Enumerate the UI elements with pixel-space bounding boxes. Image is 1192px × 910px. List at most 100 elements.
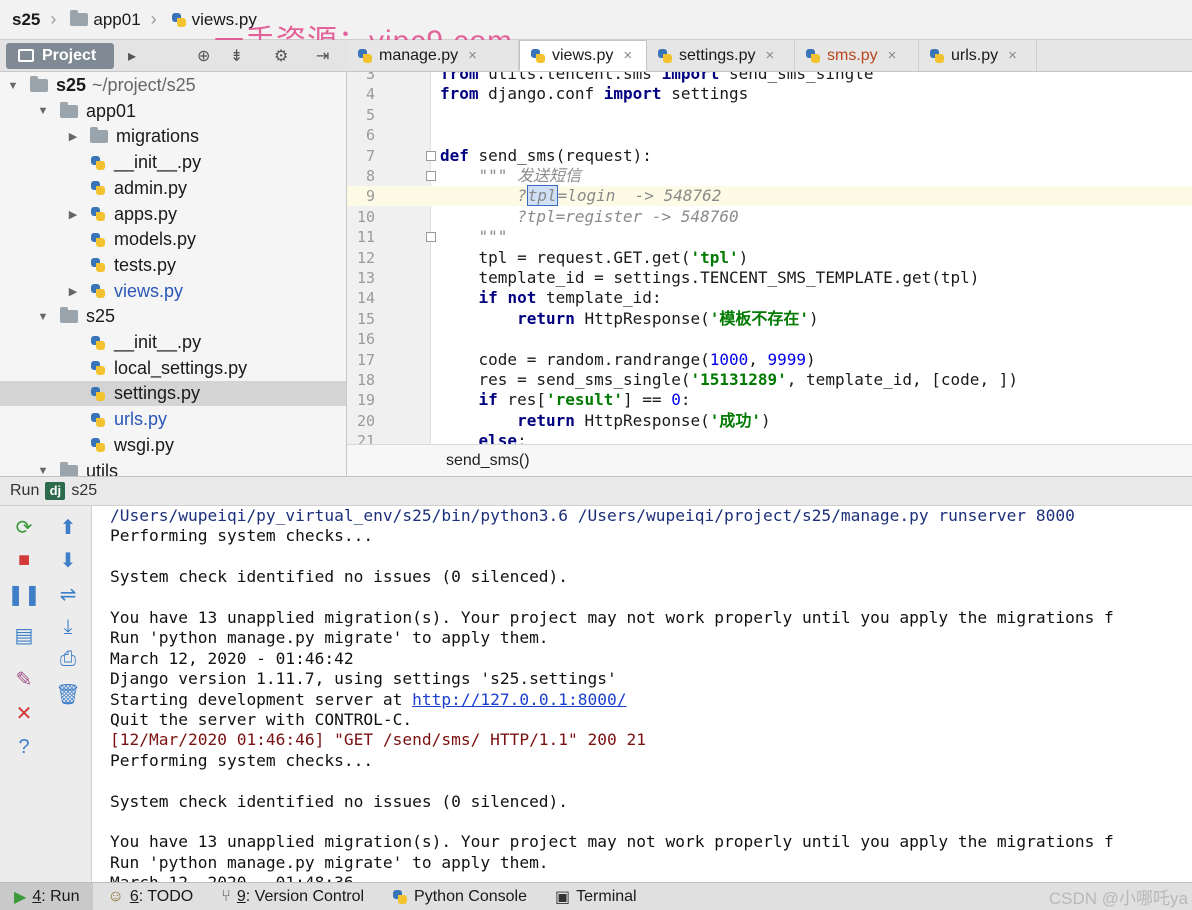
- run-console[interactable]: /Users/wupeiqi/py_virtual_env/s25/bin/py…: [92, 506, 1192, 882]
- code-line[interactable]: 18 res = send_sms_single('15131289', tem…: [347, 370, 1192, 390]
- tree-item[interactable]: __init__.py: [0, 330, 346, 355]
- tool-vcs[interactable]: ⑂ 9: Version Control: [207, 883, 378, 910]
- expand-arrow-icon[interactable]: ▸: [128, 46, 136, 66]
- code-line[interactable]: 4 from django.conf import settings: [347, 84, 1192, 104]
- help-icon[interactable]: ?: [11, 734, 37, 760]
- tree-item[interactable]: wsgi.py: [0, 433, 346, 458]
- code-line[interactable]: 13 template_id = settings.TENCENT_SMS_TE…: [347, 268, 1192, 288]
- tab-sms[interactable]: sms.py ×: [795, 40, 919, 71]
- code-editor[interactable]: 3 from utils.tencent.sms import send_sms_…: [347, 72, 1192, 444]
- tab-urls[interactable]: urls.py ×: [919, 40, 1037, 71]
- tree-item[interactable]: ▼ s25: [0, 304, 346, 329]
- code-text: tpl = request.GET.get('tpl'): [440, 247, 749, 267]
- tree-item-label: admin.py: [114, 177, 188, 198]
- chevron-right-icon[interactable]: ▶: [66, 130, 80, 143]
- close-icon[interactable]: ×: [1008, 47, 1017, 64]
- tree-item[interactable]: ▼ s25 ~/project/s25: [0, 73, 346, 98]
- tree-item[interactable]: ▶ views.py: [0, 279, 346, 304]
- close-icon[interactable]: ✕: [11, 700, 37, 726]
- code-line[interactable]: 7 def send_sms(request):: [347, 146, 1192, 166]
- tree-item[interactable]: tests.py: [0, 253, 346, 278]
- tree-item-label: s25: [56, 75, 87, 95]
- code-line[interactable]: 15 return HttpResponse('模板不存在'): [347, 309, 1192, 329]
- code-line[interactable]: 9 ?tpl=login -> 548762: [347, 185, 1192, 207]
- code-line[interactable]: 21 else:: [347, 431, 1192, 444]
- scroll-to-end-icon[interactable]: ⤓: [55, 614, 81, 640]
- arrow-down-icon[interactable]: ⬇: [55, 547, 81, 573]
- breadcrumb-project[interactable]: s25: [6, 5, 46, 35]
- close-icon[interactable]: ×: [468, 47, 477, 64]
- close-icon[interactable]: ×: [765, 47, 774, 64]
- tool-todo[interactable]: ☺ 6: TODO: [93, 883, 207, 910]
- tree-item[interactable]: ▼ utils: [0, 459, 346, 476]
- tab-manage[interactable]: manage.py ×: [347, 40, 519, 71]
- line-number: 16: [356, 330, 375, 349]
- tree-item[interactable]: ▶ migrations: [0, 124, 346, 149]
- run-icon: ▶: [14, 888, 27, 906]
- project-tab[interactable]: Project: [6, 42, 114, 69]
- print-icon[interactable]: ⎙: [55, 646, 81, 672]
- tool-python-console[interactable]: Python Console: [378, 883, 541, 910]
- tab-label: settings.py: [679, 46, 756, 64]
- navigation-breadcrumb: s25 › app01 › views.py: [0, 0, 1192, 40]
- close-icon[interactable]: ×: [623, 47, 632, 64]
- layout-icon[interactable]: ▤: [11, 622, 37, 648]
- chevron-down-icon[interactable]: ▼: [36, 105, 50, 117]
- console-line-text: Performing system checks...: [110, 750, 374, 770]
- editor-breadcrumb-label[interactable]: send_sms(): [446, 452, 530, 470]
- soft-wrap-icon[interactable]: ⇌: [55, 581, 81, 607]
- tree-item[interactable]: models.py: [0, 227, 346, 252]
- code-line[interactable]: 14 if not template_id:: [347, 288, 1192, 308]
- chevron-right-icon[interactable]: ▶: [66, 208, 80, 221]
- code-line[interactable]: 3 from utils.tencent.sms import send_sms_…: [347, 72, 1192, 84]
- code-line[interactable]: 19 if res['result'] == 0:: [347, 390, 1192, 410]
- code-line[interactable]: 5: [347, 105, 1192, 125]
- code-text: else:: [478, 431, 527, 444]
- code-line[interactable]: 16: [347, 329, 1192, 349]
- tree-item[interactable]: local_settings.py: [0, 356, 346, 381]
- tree-item[interactable]: settings.py: [0, 381, 346, 407]
- fold-marker-icon[interactable]: [426, 150, 436, 161]
- rerun-icon[interactable]: ⟳: [11, 514, 37, 540]
- run-config-label[interactable]: s25: [71, 482, 97, 500]
- close-icon[interactable]: ×: [888, 47, 897, 64]
- code-line[interactable]: 17 code = random.randrange(1000, 9999): [347, 350, 1192, 370]
- server-url-link[interactable]: http://127.0.0.1:8000/: [412, 690, 626, 709]
- chevron-down-icon[interactable]: ▼: [6, 80, 20, 92]
- collapse-all-icon[interactable]: ⇟: [230, 46, 243, 66]
- chevron-down-icon[interactable]: ▼: [36, 465, 50, 476]
- tool-run[interactable]: ▶ 4: Run: [0, 882, 94, 910]
- fold-marker-icon[interactable]: [426, 232, 436, 243]
- arrow-up-icon[interactable]: ⬆: [55, 514, 81, 540]
- fold-marker-icon[interactable]: [426, 171, 436, 181]
- tab-views[interactable]: views.py ×: [519, 40, 647, 71]
- code-line[interactable]: 20 return HttpResponse('成功'): [347, 411, 1192, 431]
- code-line[interactable]: 11 """: [347, 227, 1192, 247]
- tree-item[interactable]: __init__.py: [0, 150, 346, 175]
- pin-icon[interactable]: ✎: [11, 666, 37, 692]
- pause-icon[interactable]: ❚❚: [7, 581, 41, 607]
- tab-settings[interactable]: settings.py ×: [647, 40, 795, 71]
- tool-terminal[interactable]: ▣ Terminal: [541, 883, 651, 910]
- python-file-icon: [357, 48, 373, 64]
- tree-item-label: models.py: [114, 229, 197, 250]
- code-line[interactable]: 10 ?tpl=register -> 548760: [347, 207, 1192, 227]
- stop-icon[interactable]: ■: [11, 547, 37, 573]
- tree-item-label: views.py: [114, 280, 184, 301]
- breadcrumb-folder[interactable]: app01: [64, 5, 146, 35]
- trash-icon[interactable]: 🗑: [55, 681, 81, 707]
- tree-item[interactable]: ▶ apps.py: [0, 202, 346, 227]
- tree-item[interactable]: ▼ app01: [0, 99, 346, 124]
- tree-item[interactable]: urls.py: [0, 407, 346, 432]
- chevron-right-icon[interactable]: ▶: [66, 285, 80, 298]
- chevron-down-icon[interactable]: ▼: [36, 311, 50, 323]
- code-line[interactable]: 8 """ 发送短信: [347, 166, 1192, 186]
- tree-item[interactable]: admin.py: [0, 176, 346, 201]
- code-line[interactable]: 6: [347, 125, 1192, 145]
- hide-panel-icon[interactable]: ⇥: [316, 46, 329, 66]
- code-line[interactable]: 12 tpl = request.GET.get('tpl'): [347, 248, 1192, 268]
- tree-item-path: ~/project/s25: [92, 75, 196, 95]
- gear-icon[interactable]: ⚙: [274, 46, 288, 66]
- locate-icon[interactable]: ⊕: [197, 46, 210, 66]
- tree-item-label: apps.py: [114, 203, 178, 224]
